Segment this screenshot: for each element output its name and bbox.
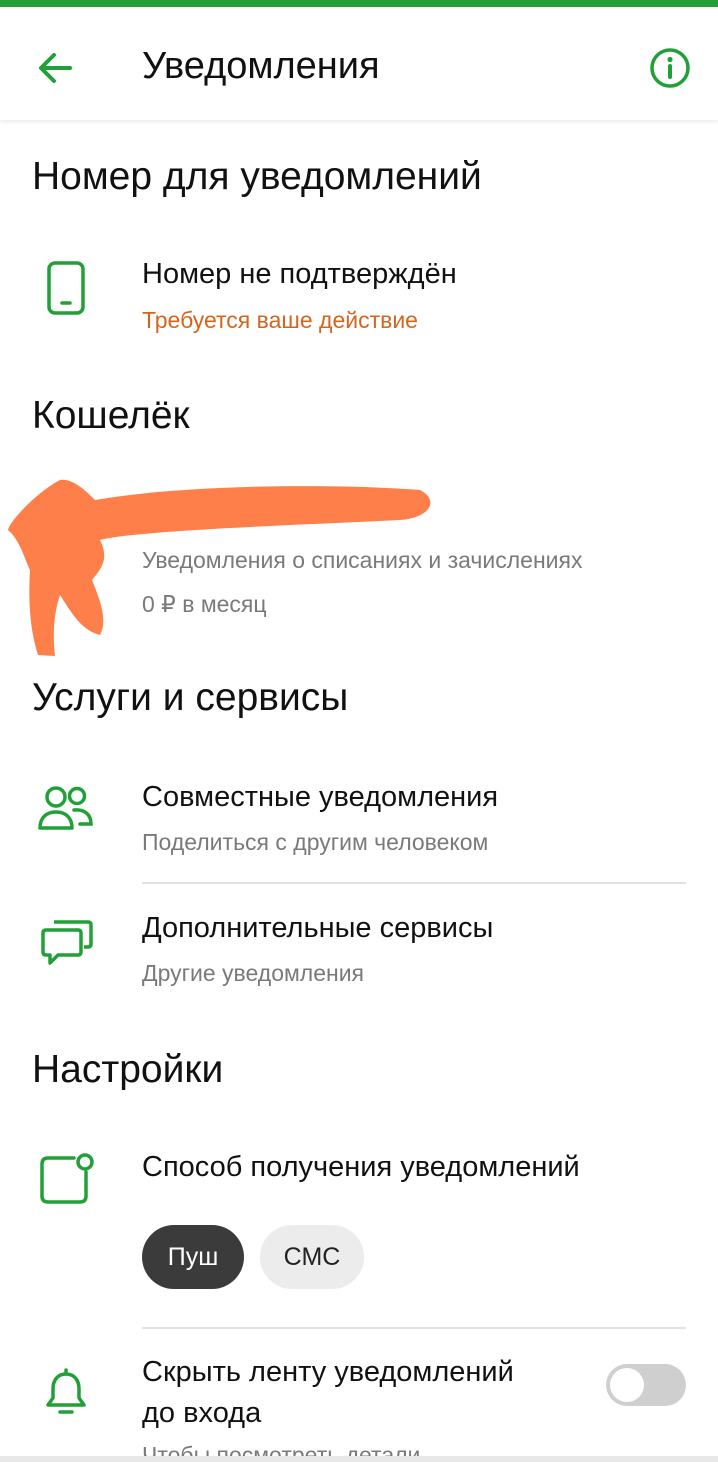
phone-row-warning: Требуется ваше действие xyxy=(142,307,418,333)
additional-services-sub: Другие уведомления xyxy=(142,960,365,986)
shared-notifications-title: Совместные уведомления xyxy=(142,781,499,813)
hide-feed-toggle[interactable] xyxy=(606,1364,686,1406)
app-header: Уведомления xyxy=(0,7,718,120)
bell-icon xyxy=(46,1368,86,1414)
top-accent-bar xyxy=(0,0,718,7)
phone-icon xyxy=(47,261,85,315)
info-icon xyxy=(650,48,690,88)
info-button[interactable] xyxy=(646,44,694,92)
section-title-phone: Номер для уведомлений xyxy=(32,155,482,198)
shared-notifications-sub: Поделиться с другим человеком xyxy=(142,829,489,855)
divider xyxy=(142,1327,686,1329)
section-title-settings: Настройки xyxy=(32,1048,224,1091)
notification-dot-icon xyxy=(40,1153,94,1204)
divider xyxy=(142,882,686,884)
back-button[interactable] xyxy=(30,43,80,93)
section-title-wallet: Кошелёк xyxy=(32,394,190,437)
chat-icon xyxy=(41,920,93,965)
notifications-screen: Уведомления Номер для уведомлений Номер … xyxy=(0,0,718,1462)
bottom-edge xyxy=(0,1456,718,1462)
delivery-option-push[interactable]: Пуш xyxy=(142,1225,244,1289)
page-title: Уведомления xyxy=(142,45,380,87)
toggle-knob xyxy=(610,1368,644,1402)
redaction-scribble xyxy=(8,479,431,656)
hide-feed-title-line1: Скрыть ленту уведомлений xyxy=(142,1356,514,1388)
arrow-left-icon xyxy=(39,53,72,83)
hide-feed-title-line2: до входа xyxy=(142,1397,262,1429)
delivery-method-title: Способ получения уведомлений xyxy=(142,1151,580,1183)
section-title-services: Услуги и сервисы xyxy=(32,676,349,719)
phone-row-title: Номер не подтверждён xyxy=(142,258,457,290)
users-icon xyxy=(38,786,93,830)
additional-services-title: Дополнительные сервисы xyxy=(142,912,494,944)
delivery-option-sms[interactable]: СМС xyxy=(260,1225,364,1289)
